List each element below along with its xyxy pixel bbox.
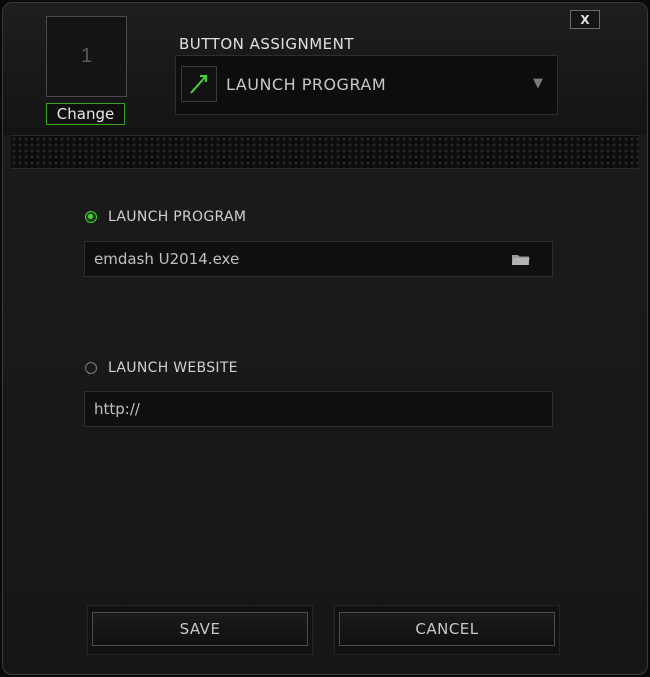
divider bbox=[11, 135, 639, 169]
launch-website-option[interactable]: LAUNCH WEBSITE bbox=[85, 360, 238, 376]
save-button[interactable]: SAVE bbox=[92, 612, 308, 646]
cancel-button-frame: CANCEL bbox=[334, 605, 560, 655]
launch-website-label: LAUNCH WEBSITE bbox=[108, 360, 238, 376]
launch-program-label: LAUNCH PROGRAM bbox=[108, 209, 247, 225]
launch-program-icon bbox=[181, 66, 217, 102]
close-button[interactable]: X bbox=[570, 10, 600, 29]
change-button[interactable]: Change bbox=[46, 103, 125, 125]
assignment-value: LAUNCH PROGRAM bbox=[226, 75, 387, 94]
assignment-dropdown[interactable]: LAUNCH PROGRAM ▼ bbox=[175, 55, 558, 115]
chevron-down-icon: ▼ bbox=[533, 76, 543, 91]
radio-website[interactable] bbox=[85, 362, 97, 374]
program-path-field[interactable]: emdash U2014.exe bbox=[84, 241, 553, 277]
key-number: 1 bbox=[80, 45, 93, 67]
radio-program[interactable] bbox=[85, 211, 97, 223]
save-button-frame: SAVE bbox=[87, 605, 313, 655]
cancel-button[interactable]: CANCEL bbox=[339, 612, 555, 646]
website-url-value: http:// bbox=[94, 400, 140, 418]
folder-icon[interactable] bbox=[512, 254, 530, 265]
launch-program-option[interactable]: LAUNCH PROGRAM bbox=[85, 209, 246, 225]
key-preview: 1 bbox=[46, 16, 127, 97]
header-panel: 1 Change BUTTON ASSIGNMENT LAUNCH PROGRA… bbox=[3, 3, 647, 135]
website-url-field[interactable]: http:// bbox=[84, 391, 553, 427]
program-path-value: emdash U2014.exe bbox=[94, 250, 240, 268]
assignment-title: BUTTON ASSIGNMENT bbox=[179, 35, 355, 53]
button-assignment-dialog: 1 Change BUTTON ASSIGNMENT LAUNCH PROGRA… bbox=[2, 2, 648, 675]
